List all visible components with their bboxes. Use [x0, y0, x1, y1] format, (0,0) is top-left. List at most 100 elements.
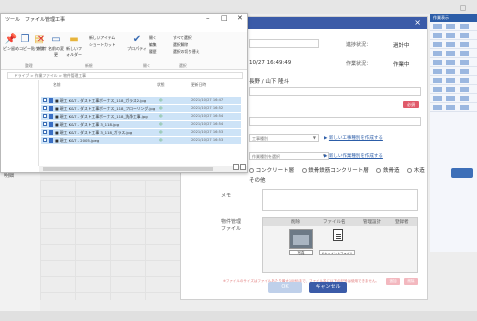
close-window-button[interactable]: ✕	[237, 14, 243, 22]
radio-steel-concrete[interactable]	[301, 168, 307, 173]
select-all-button[interactable]: すべて選択	[173, 35, 192, 41]
file-date: 2021/10/27 16:53	[191, 130, 224, 134]
file-row[interactable]: ■ 現工 K&T - ダスト工事ボーナス_118_洗浄工事.jpg ◎ 2021…	[41, 113, 241, 120]
delete-icon: ✕	[36, 34, 46, 45]
delete-button[interactable]: ✕ 削除	[34, 35, 48, 52]
file-date: 2021/10/27 16:53	[191, 138, 224, 142]
radio-steel[interactable]	[376, 168, 382, 173]
shortcut-button[interactable]: ショートカット	[89, 42, 116, 48]
date-value: 10/27 16:49:49	[249, 60, 292, 66]
photo-thumbnail[interactable]	[289, 229, 313, 249]
attachment-label-2: ファイル	[221, 226, 242, 232]
new-item-button[interactable]: 新しいアイテム	[89, 35, 115, 41]
column-date[interactable]: 更新日時	[191, 82, 206, 88]
synced-icon: ◎	[159, 129, 163, 134]
memo-label: メモ	[221, 193, 232, 199]
open-button[interactable]: 開く	[149, 35, 157, 41]
chevron-down-icon: ▼	[312, 135, 316, 140]
details-view-icon[interactable]	[233, 164, 239, 170]
navigation-pane[interactable]	[1, 80, 39, 166]
rename-icon: ▭	[51, 34, 61, 45]
file-date: 2021/10/27 16:47	[191, 98, 224, 102]
maximize-button[interactable]: □	[221, 14, 228, 22]
invert-selection-button[interactable]: 選択の切り替え	[173, 49, 200, 55]
properties-button[interactable]: ✔ プロパティ	[127, 35, 147, 52]
attachment-label-1: 物件管理	[221, 219, 242, 225]
folder-icon: ▬	[69, 34, 79, 45]
radio-wood[interactable]	[407, 168, 413, 173]
work-label: 作業状況：	[346, 61, 372, 67]
check-icon: ✔	[132, 34, 142, 45]
column-status[interactable]: 状態	[157, 82, 165, 88]
checkbox-icon[interactable]	[43, 130, 47, 134]
required-badge: 必須	[403, 101, 419, 108]
image-file-icon	[49, 114, 53, 119]
file-name: ■ 現工 K&T - 2005.jpeg	[55, 138, 100, 143]
edit-button[interactable]: 編集	[149, 42, 157, 48]
new-work-type-link[interactable]: ▶ 新しい作業種別を作成する	[324, 153, 383, 159]
select-none-button[interactable]: 選択解除	[173, 42, 188, 48]
radio-concrete[interactable]	[249, 168, 254, 173]
file-row[interactable]: ■ 現工 K&T - ダスト工事ボーナス_118_ガラス2.jpg ◎ 2021…	[41, 97, 241, 104]
work-type-select[interactable]: 作業種別を選択 ▼	[249, 152, 329, 160]
document-icon[interactable]	[333, 229, 343, 241]
scrollbar-thumb[interactable]	[43, 167, 213, 171]
add-file-button[interactable]: 追加	[386, 278, 400, 285]
properties-label: プロパティ	[127, 46, 147, 51]
top-input[interactable]	[249, 39, 319, 48]
file-row[interactable]: ■ 現工 K&T - ダスト工事 3_118.jpg ◎ 2021/10/27 …	[41, 121, 241, 128]
delete-label: 削除	[37, 46, 45, 51]
work-type-value: 作業種別を選択	[252, 154, 280, 159]
column-header-delete: 削除	[291, 220, 300, 225]
ribbon-group-new: 新規	[85, 63, 93, 68]
new-folder-button[interactable]: ▬ 新しいフォルダー	[65, 35, 83, 58]
checkbox-icon[interactable]	[43, 114, 47, 118]
explorer-title: ツール ファイル管理工事	[5, 17, 66, 23]
progress-value: 過計中	[393, 43, 410, 49]
file-row[interactable]: ■ 現工 K&T - 2005.jpeg ◎ 2021/10/27 16:53	[41, 137, 241, 144]
background-table	[40, 180, 180, 300]
history-button[interactable]: 履歴	[149, 49, 157, 55]
rename-button[interactable]: ▭ 名前の変更	[48, 35, 64, 58]
file-date: 2021/10/27 16:54	[191, 114, 224, 118]
work-value: 作業中	[393, 62, 410, 68]
close-icon[interactable]: ×	[414, 18, 421, 27]
file-date: 2021/10/27 16:52	[191, 106, 224, 110]
column-header-registrant: 登録者	[395, 220, 409, 225]
background-action-button[interactable]	[451, 168, 473, 178]
minimize-button[interactable]: –	[206, 14, 210, 22]
address-input[interactable]	[249, 117, 421, 126]
explorer-ribbon: 📌 ピン留め ❐ コピー ▤ 貼り付け ✕ 削除 ▭ 名前の変更 ▬ 新しいフォルダー 新し…	[1, 32, 247, 70]
checkbox-icon[interactable]	[43, 98, 47, 102]
checkbox-icon[interactable]	[43, 122, 47, 126]
checkbox-icon[interactable]	[43, 138, 47, 142]
new-construction-type-link[interactable]: ▶ 新しい工事種別を作成する	[324, 135, 383, 141]
new-construction-type-text: 新しい工事種別を作成する	[328, 136, 383, 141]
synced-icon: ◎	[159, 105, 163, 110]
settings-icon[interactable]	[460, 5, 466, 11]
memo-textarea[interactable]	[262, 189, 418, 211]
construction-type-select[interactable]: 工事種別 ▼	[249, 134, 319, 142]
file-explorer-window: ツール ファイル管理工事 – □ ✕ 📌 ピン留め ❐ コピー ▤ 貼り付け ✕ 削除 …	[0, 13, 248, 173]
name-input[interactable]	[249, 87, 421, 96]
file-row[interactable]: ■ 現工 K&T - ダスト工事ボーナス_118_フローリング.jpg ◎ 20…	[41, 105, 241, 112]
checkbox-icon[interactable]	[43, 106, 47, 110]
new-folder-label: 新しいフォルダー	[66, 46, 82, 57]
synced-icon: ◎	[159, 97, 163, 102]
ok-button[interactable]: OK	[268, 282, 302, 293]
side-label-items: 明細	[4, 173, 15, 179]
right-table	[430, 22, 477, 252]
ribbon-group-organize: 整理	[25, 63, 33, 68]
address-bar[interactable]: ドライブ > 作業ファイル > 物件管理工事	[7, 72, 243, 79]
cancel-button[interactable]: キャンセル	[309, 282, 347, 293]
radio-concrete-label: コンクリート層	[255, 168, 295, 174]
delete-file-button[interactable]: 削除	[404, 278, 418, 285]
other-option-label: その他	[249, 178, 266, 184]
photo-thumbnail-label: 写真	[289, 250, 313, 255]
file-date: 2021/10/27 16:54	[191, 122, 224, 126]
file-row[interactable]: ■ 現工 K&T - ダスト工事 3_118_ガラス.jpg ◎ 2021/10…	[41, 129, 241, 136]
column-header-design: 管理設計	[363, 220, 381, 225]
thumbnail-view-icon[interactable]	[240, 164, 246, 170]
column-name[interactable]: 名前	[53, 82, 61, 88]
rename-label: 名前の変更	[48, 46, 64, 57]
